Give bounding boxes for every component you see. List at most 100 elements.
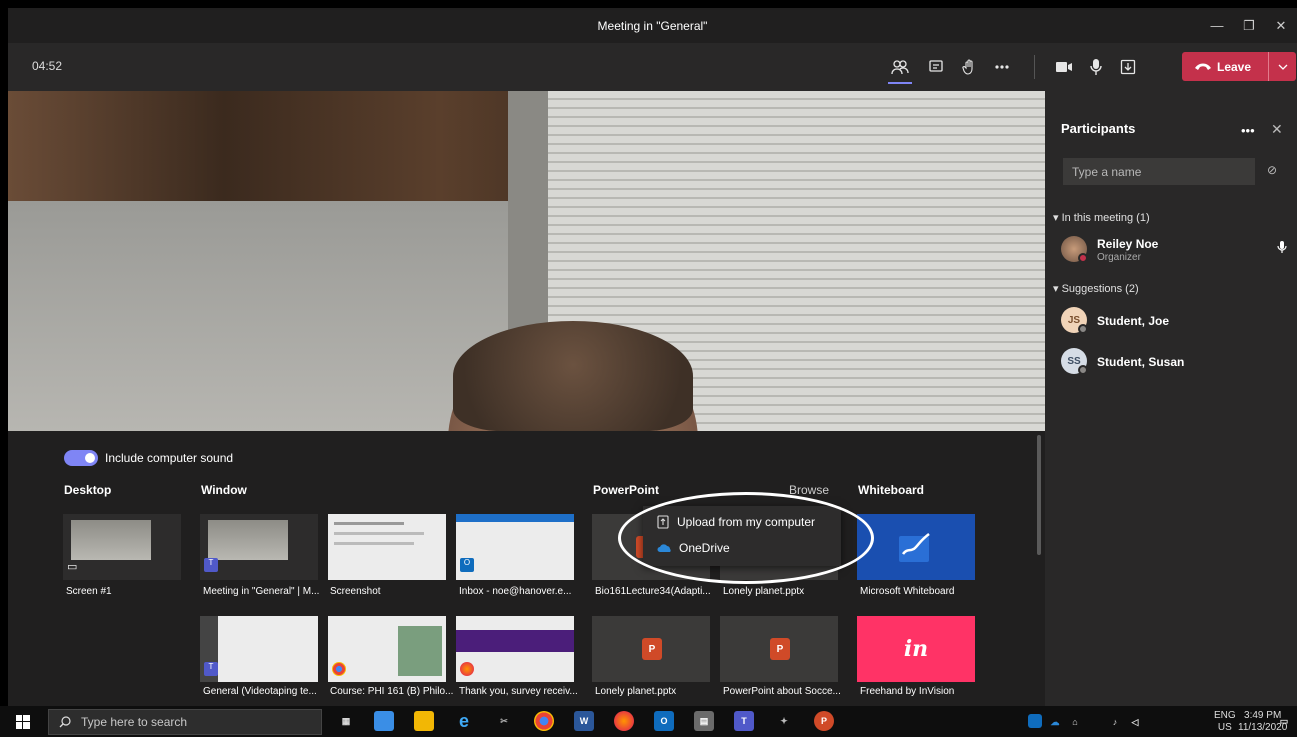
thumb-header	[456, 514, 574, 522]
upload-label: Upload from my computer	[677, 515, 816, 529]
chrome-icon	[332, 662, 346, 676]
chat-icon[interactable]	[922, 53, 950, 81]
participants-more-icon[interactable]: •••	[1241, 123, 1255, 138]
in-meeting-header[interactable]: ▾ In this meeting (1)	[1053, 211, 1150, 224]
file-explorer-icon[interactable]	[414, 711, 434, 731]
restore-button[interactable]: ❐	[1233, 8, 1265, 43]
link-icon[interactable]: ⊘	[1267, 163, 1277, 177]
participants-icon[interactable]	[886, 53, 914, 84]
upload-from-computer-item[interactable]: Upload from my computer	[657, 515, 815, 529]
participants-panel: Participants ••• ✕ ⊘ ▾ In this meeting (…	[1045, 91, 1297, 706]
monitor-icon: ▭	[67, 561, 78, 573]
camera-icon[interactable]	[1050, 53, 1078, 81]
calculator-icon[interactable]: ▤	[694, 711, 714, 731]
outlook-tray-icon[interactable]	[1028, 714, 1042, 728]
leave-options-chevron-icon[interactable]	[1268, 52, 1296, 81]
window-title: Meeting in "General"	[597, 18, 708, 33]
microphone-tray-icon[interactable]: ♪	[1108, 712, 1122, 732]
leave-button[interactable]: Leave	[1182, 52, 1296, 81]
window-thumbnail[interactable]: O	[456, 514, 574, 580]
include-sound-toggle[interactable]	[64, 450, 98, 466]
thumb-line	[334, 542, 414, 545]
suggestion-row[interactable]: JS Student, Joe	[1061, 307, 1287, 341]
window-thumbnail[interactable]	[456, 616, 574, 682]
powerpoint-thumbnail[interactable]: P	[592, 616, 710, 682]
freehand-thumbnail[interactable]: in	[857, 616, 975, 682]
include-sound-label: Include computer sound	[105, 451, 234, 465]
in-meeting-header-label: In this meeting (1)	[1061, 212, 1150, 224]
language-indicator[interactable]: ENG US	[1214, 710, 1236, 734]
participant-role: Organizer	[1097, 252, 1141, 263]
window-thumbnail[interactable]: T	[200, 616, 318, 682]
thumb-map	[398, 626, 442, 676]
whiteboard-icon	[899, 533, 930, 562]
window-header: Window	[201, 483, 247, 497]
tray-scrollbar[interactable]	[1037, 435, 1041, 555]
thumbnail-caption: Bio161Lecture34(Adapti...	[595, 586, 711, 597]
onedrive-icon[interactable]: ☁	[1048, 712, 1062, 732]
powerpoint-thumbnail[interactable]: P	[720, 616, 838, 682]
status-badge	[1078, 324, 1088, 334]
search-icon	[59, 716, 71, 728]
powerpoint-icon[interactable]: P	[814, 711, 834, 731]
thumbnail-caption: Inbox - noe@hanover.e...	[459, 586, 572, 597]
taskbar-search-input[interactable]: Type here to search	[48, 709, 322, 735]
outlook-icon[interactable]: O	[654, 711, 674, 731]
participant-row[interactable]: Reiley Noe Organizer	[1061, 236, 1287, 270]
teams-icon: T	[204, 662, 218, 676]
outlook-icon: O	[460, 558, 474, 572]
window-thumbnail[interactable]: T	[200, 514, 318, 580]
toolbar-divider	[1034, 55, 1035, 79]
thumbnail-caption: Lonely planet.pptx	[595, 686, 677, 697]
onedrive-item[interactable]: OneDrive	[657, 541, 730, 555]
region-label: US	[1217, 722, 1232, 733]
thumb-line	[334, 522, 404, 525]
windows-start-icon[interactable]	[16, 715, 30, 729]
suggestion-row[interactable]: SS Student, Susan	[1061, 348, 1287, 382]
raise-hand-icon[interactable]	[955, 53, 983, 81]
screen-thumbnail[interactable]: ▭	[63, 514, 181, 580]
task-view-icon[interactable]: ▦	[336, 711, 356, 731]
participant-search-input[interactable]	[1063, 158, 1255, 185]
snipping-tool-icon[interactable]: ✂	[494, 711, 514, 731]
edge-icon[interactable]: e	[454, 711, 474, 731]
video-feed	[8, 91, 1045, 431]
microphone-icon[interactable]	[1082, 53, 1110, 81]
desktop-header: Desktop	[64, 483, 112, 497]
share-tray-icon[interactable]	[1114, 53, 1142, 81]
close-panel-icon[interactable]: ✕	[1271, 121, 1283, 138]
camera-app-icon[interactable]: ✦	[774, 711, 794, 731]
word-icon[interactable]: W	[574, 711, 594, 731]
taskbar-search-placeholder: Type here to search	[81, 715, 188, 729]
close-window-button[interactable]: ✕	[1265, 8, 1297, 43]
window-thumbnail[interactable]	[328, 616, 446, 682]
thumbnail-caption: Thank you, survey receiv...	[459, 686, 578, 697]
suggestion-name: Student, Susan	[1097, 355, 1185, 369]
teams-icon: T	[204, 558, 218, 572]
more-options-icon[interactable]	[988, 53, 1016, 81]
powerpoint-icon: P	[642, 638, 662, 660]
browse-menu: Upload from my computer OneDrive	[643, 506, 841, 566]
onedrive-label: OneDrive	[679, 541, 730, 555]
video-participant-hair	[453, 321, 693, 431]
thumbnail-caption: Lonely planet.pptx	[723, 586, 805, 597]
outlook-calendar-icon[interactable]	[374, 711, 394, 731]
meeting-timer: 04:52	[32, 59, 63, 73]
participants-title: Participants	[1061, 121, 1136, 136]
notifications-icon[interactable]: ▭	[1274, 711, 1294, 731]
share-tray: Include computer sound Desktop Window Po…	[8, 431, 1045, 706]
teams-icon[interactable]: T	[734, 711, 754, 731]
network-icon[interactable]: ⌂	[1068, 712, 1082, 732]
browse-button[interactable]: Browse	[789, 483, 829, 497]
whiteboard-thumbnail[interactable]	[857, 514, 975, 580]
onedrive-icon	[657, 543, 671, 552]
title-bar: Meeting in "General" — ❐ ✕	[8, 8, 1297, 43]
window-thumbnail[interactable]	[328, 514, 446, 580]
suggestions-header[interactable]: ▾ Suggestions (2)	[1053, 282, 1139, 295]
firefox-icon[interactable]	[614, 711, 634, 731]
status-badge	[1078, 253, 1088, 263]
minimize-button[interactable]: —	[1201, 8, 1233, 43]
chrome-icon[interactable]	[534, 711, 554, 731]
volume-icon[interactable]: ◁	[1128, 712, 1142, 732]
meeting-toolbar: 04:52 Leave	[8, 43, 1297, 91]
